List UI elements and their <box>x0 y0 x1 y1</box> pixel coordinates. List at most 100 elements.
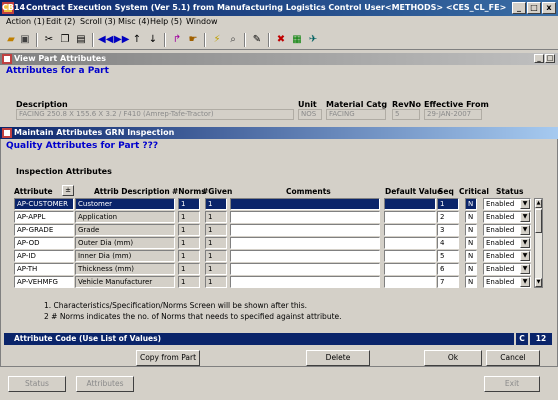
folder-open-icon[interactable]: ▰ <box>4 33 18 47</box>
unit-label: Unit <box>298 100 317 109</box>
arrow-up-icon[interactable]: ↑ <box>130 33 144 47</box>
edit-icon[interactable]: ✎ <box>250 33 264 47</box>
seq-cell[interactable]: 2 <box>437 211 459 223</box>
seq-cell[interactable]: 1 <box>437 198 459 210</box>
attribute-cell[interactable]: AP-OD <box>14 237 74 249</box>
attribute-cell[interactable]: AP-VEHMFG <box>14 276 74 288</box>
filter-icon[interactable]: ☛ <box>186 33 200 47</box>
default-value-cell[interactable] <box>384 250 436 262</box>
col-attribute: Attribute <box>14 187 53 196</box>
attribute-cell[interactable]: AP-APPL <box>14 211 74 223</box>
scroll-up-icon[interactable]: ▲ <box>535 199 542 208</box>
print-icon[interactable]: ▦ <box>290 33 304 47</box>
status-select[interactable]: Enabled ▼ <box>483 237 531 249</box>
exit-button[interactable]: Exit <box>484 376 540 392</box>
sort-button[interactable]: ± <box>62 185 74 196</box>
status-value: Enabled <box>486 239 515 247</box>
chevron-down-icon[interactable]: ▼ <box>520 212 530 222</box>
view-panel-title: View Part Attributes <box>14 54 106 63</box>
view-panel-minimize[interactable]: _ <box>534 54 544 63</box>
menu-help[interactable]: Help (5) <box>150 17 182 26</box>
chevron-down-icon[interactable]: ▼ <box>520 238 530 248</box>
critical-cell[interactable]: N <box>465 250 477 262</box>
last-record-icon[interactable]: ▶▶ <box>114 33 129 47</box>
norms-cell: 1 <box>178 237 200 249</box>
comments-cell[interactable] <box>230 263 380 275</box>
query-icon[interactable]: ↱ <box>170 33 184 47</box>
attribute-cell[interactable]: AP-ID <box>14 250 74 262</box>
default-value-cell[interactable] <box>384 224 436 236</box>
view-panel-maximize[interactable]: □ <box>545 54 555 63</box>
attribute-cell[interactable]: AP-GRADE <box>14 224 74 236</box>
status-select[interactable]: Enabled ▼ <box>483 198 531 210</box>
paste-icon[interactable]: ▤ <box>74 33 88 47</box>
cancel-button[interactable]: Cancel <box>486 350 540 366</box>
first-record-icon[interactable]: ◀◀ <box>98 33 113 47</box>
table-scrollbar[interactable]: ▲ ▼ <box>534 198 543 288</box>
chevron-down-icon[interactable]: ▼ <box>520 251 530 261</box>
menu-edit[interactable]: Edit (2) <box>46 17 75 26</box>
maximize-button[interactable]: □ <box>527 2 541 14</box>
menu-window[interactable]: Window <box>186 17 218 26</box>
default-value-cell[interactable] <box>384 198 436 210</box>
cut-icon[interactable]: ✂ <box>42 33 56 47</box>
critical-cell[interactable]: N <box>465 198 477 210</box>
note-1: 1. Characteristics/Specification/Norms S… <box>44 301 307 310</box>
attribute-cell[interactable]: AP-TH <box>14 263 74 275</box>
attributes-button[interactable]: Attributes <box>76 376 134 392</box>
comments-cell[interactable] <box>230 211 380 223</box>
comments-cell[interactable] <box>230 224 380 236</box>
status-select[interactable]: Enabled ▼ <box>483 250 531 262</box>
col-critical: Critical <box>459 187 490 196</box>
delete-icon[interactable]: ✖ <box>274 33 288 47</box>
col-comments: Comments <box>286 187 331 196</box>
copy-icon[interactable]: ❐ <box>58 33 72 47</box>
menu-action[interactable]: Action (1) <box>6 17 45 26</box>
delete-button[interactable]: Delete <box>306 350 370 366</box>
default-value-cell[interactable] <box>384 263 436 275</box>
comments-cell[interactable] <box>230 237 380 249</box>
seq-cell[interactable]: 5 <box>437 250 459 262</box>
status-select[interactable]: Enabled ▼ <box>483 211 531 223</box>
search-icon[interactable]: ⌕ <box>226 33 240 47</box>
status-button[interactable]: Status <box>8 376 66 392</box>
chevron-down-icon[interactable]: ▼ <box>520 199 530 209</box>
copy-from-part-button[interactable]: Copy from Part <box>136 350 200 366</box>
save-icon[interactable]: ▣ <box>18 33 32 47</box>
scroll-down-icon[interactable]: ▼ <box>535 278 542 287</box>
comments-cell[interactable] <box>230 250 380 262</box>
seq-cell[interactable]: 3 <box>437 224 459 236</box>
norms-cell: 1 <box>178 224 200 236</box>
chevron-down-icon[interactable]: ▼ <box>520 277 530 287</box>
arrow-down-icon[interactable]: ↓ <box>146 33 160 47</box>
comments-cell[interactable] <box>230 198 380 210</box>
critical-cell[interactable]: N <box>465 224 477 236</box>
critical-cell[interactable]: N <box>465 211 477 223</box>
seq-cell[interactable]: 7 <box>437 276 459 288</box>
status-select[interactable]: Enabled ▼ <box>483 224 531 236</box>
minimize-button[interactable]: _ <box>512 2 526 14</box>
chevron-down-icon[interactable]: ▼ <box>520 225 530 235</box>
comments-cell[interactable] <box>230 276 380 288</box>
attribute-cell[interactable]: AP-CUSTOMER <box>14 198 74 210</box>
status-select[interactable]: Enabled ▼ <box>483 263 531 275</box>
default-value-cell[interactable] <box>384 211 436 223</box>
lightning-icon[interactable]: ⚡ <box>210 33 224 47</box>
seq-cell[interactable]: 6 <box>437 263 459 275</box>
critical-cell[interactable]: N <box>465 263 477 275</box>
critical-cell[interactable]: N <box>465 237 477 249</box>
scroll-thumb[interactable] <box>535 209 542 233</box>
menu-misc[interactable]: Misc (4) <box>118 17 150 26</box>
default-value-cell[interactable] <box>384 237 436 249</box>
help-icon[interactable]: ✈ <box>306 33 320 47</box>
default-value-cell[interactable] <box>384 276 436 288</box>
status-select[interactable]: Enabled ▼ <box>483 276 531 288</box>
seq-cell[interactable]: 4 <box>437 237 459 249</box>
menu-scroll[interactable]: Scroll (3) <box>80 17 116 26</box>
revno-field: 5 <box>392 109 420 120</box>
given-cell: 1 <box>205 250 227 262</box>
critical-cell[interactable]: N <box>465 276 477 288</box>
chevron-down-icon[interactable]: ▼ <box>520 264 530 274</box>
ok-button[interactable]: Ok <box>424 350 482 366</box>
close-button[interactable]: x <box>542 2 556 14</box>
